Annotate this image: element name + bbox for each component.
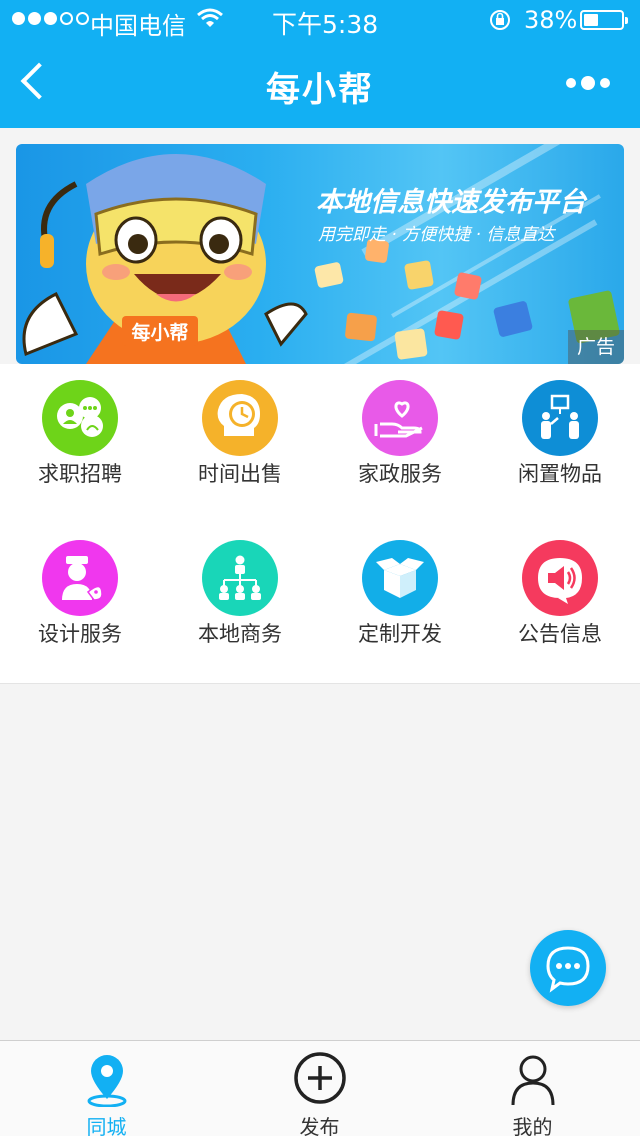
category-item-time[interactable]: 时间出售 xyxy=(160,364,320,524)
banner-subline: 用完即走 · 方便快捷 · 信息直达 xyxy=(318,225,555,245)
tab-mine[interactable]: 我的 xyxy=(426,1041,639,1136)
tab-label: 我的 xyxy=(512,1115,553,1136)
chat-users-icon xyxy=(42,380,118,456)
chat-fab-button[interactable] xyxy=(530,930,606,1006)
location-pin-icon xyxy=(87,1055,127,1107)
category-label: 家政服务 xyxy=(358,462,442,486)
status-time: 下午5:38 xyxy=(272,10,379,39)
carrier-name: 中国电信 xyxy=(90,12,186,40)
category-item-custom-dev[interactable]: 定制开发 xyxy=(320,524,480,684)
status-bar: 中国电信 下午5:38 38% xyxy=(0,0,640,40)
category-item-local-business[interactable]: 本地商务 xyxy=(160,524,320,684)
plus-circle-icon xyxy=(294,1052,346,1104)
category-label: 求职招聘 xyxy=(38,462,122,486)
nav-bar: 每小帮 xyxy=(0,40,640,128)
tab-label: 发布 xyxy=(299,1115,340,1136)
org-chart-icon xyxy=(202,540,278,616)
wifi-icon xyxy=(196,6,224,36)
more-dots-icon[interactable] xyxy=(566,76,610,90)
category-label: 定制开发 xyxy=(358,622,442,646)
battery-percent: 38% xyxy=(524,6,578,34)
category-item-design[interactable]: 设计服务 xyxy=(0,524,160,684)
page-title: 每小帮 xyxy=(266,70,374,110)
category-label: 闲置物品 xyxy=(518,462,602,486)
tab-local[interactable]: 同城 xyxy=(0,1041,213,1136)
mascot-image: 每小帮 xyxy=(22,154,308,364)
hand-heart-icon xyxy=(362,380,438,456)
tab-bar: 同城 发布 我的 xyxy=(0,1040,640,1136)
top-bar: 中国电信 下午5:38 38% 每小帮 xyxy=(0,0,640,128)
category-item-announcements[interactable]: 公告信息 xyxy=(480,524,640,684)
battery-icon xyxy=(580,10,628,30)
category-label: 时间出售 xyxy=(198,462,282,486)
signal-strength xyxy=(12,12,89,25)
chat-bubble-icon xyxy=(546,946,590,993)
category-item-jobs[interactable]: 求职招聘 xyxy=(0,364,160,524)
category-item-secondhand[interactable]: 闲置物品 xyxy=(480,364,640,524)
category-label: 公告信息 xyxy=(518,622,602,646)
ad-label: 广告 xyxy=(568,330,624,364)
box-icon xyxy=(362,540,438,616)
rotation-lock-icon xyxy=(488,8,512,38)
banner-ad[interactable]: 每小帮 本地信息快速发布平台 用完即走 · 方便快捷 · 信息直达 广告 xyxy=(16,144,624,364)
tab-publish[interactable]: 发布 xyxy=(213,1041,426,1136)
svg-text:每小帮: 每小帮 xyxy=(131,321,188,344)
people-board-icon xyxy=(522,380,598,456)
tab-label: 同城 xyxy=(86,1115,127,1136)
category-grid: 求职招聘 时间出售 家政服务 闲置物品 设计服务 本地商务 定制开发 公告信息 xyxy=(0,364,640,684)
category-label: 本地商务 xyxy=(198,622,282,646)
category-item-housekeeping[interactable]: 家政服务 xyxy=(320,364,480,524)
user-icon xyxy=(511,1055,555,1106)
megaphone-icon xyxy=(522,540,598,616)
head-clock-icon xyxy=(202,380,278,456)
category-label: 设计服务 xyxy=(38,622,122,646)
designer-icon xyxy=(42,540,118,616)
banner-headline: 本地信息快速发布平台 xyxy=(316,187,586,218)
